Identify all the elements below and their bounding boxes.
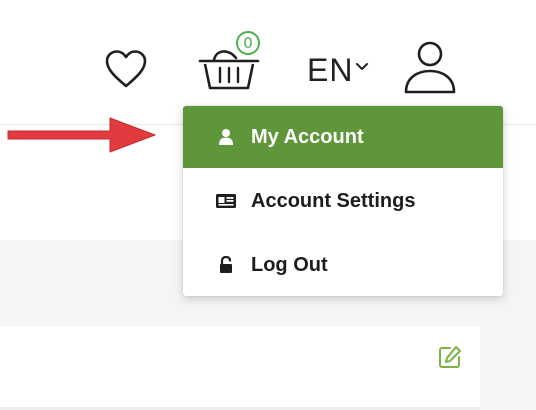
account-dropdown-menu: My Account Account Settings Log Out (183, 106, 503, 296)
annotation-arrow-icon (7, 117, 156, 153)
menu-item-label: Log Out (251, 253, 328, 276)
user-icon (215, 127, 237, 147)
cart-count-badge: 0 (243, 34, 253, 52)
edit-icon[interactable] (437, 344, 463, 370)
menu-item-account-settings[interactable]: Account Settings (183, 170, 503, 232)
user-icon[interactable] (403, 40, 457, 96)
menu-item-label: My Account (251, 125, 364, 148)
language-code: EN (307, 51, 354, 88)
menu-item-log-out[interactable]: Log Out (183, 234, 503, 296)
unlock-icon (215, 255, 237, 275)
menu-item-my-account[interactable]: My Account (183, 106, 503, 168)
content-card (0, 326, 480, 410)
language-selector[interactable]: EN (307, 48, 369, 92)
id-card-icon (215, 191, 237, 211)
menu-item-label: Account Settings (251, 189, 416, 212)
heart-icon[interactable] (104, 49, 148, 89)
chevron-down-icon (356, 63, 369, 70)
svg-text:0: 0 (243, 34, 253, 52)
